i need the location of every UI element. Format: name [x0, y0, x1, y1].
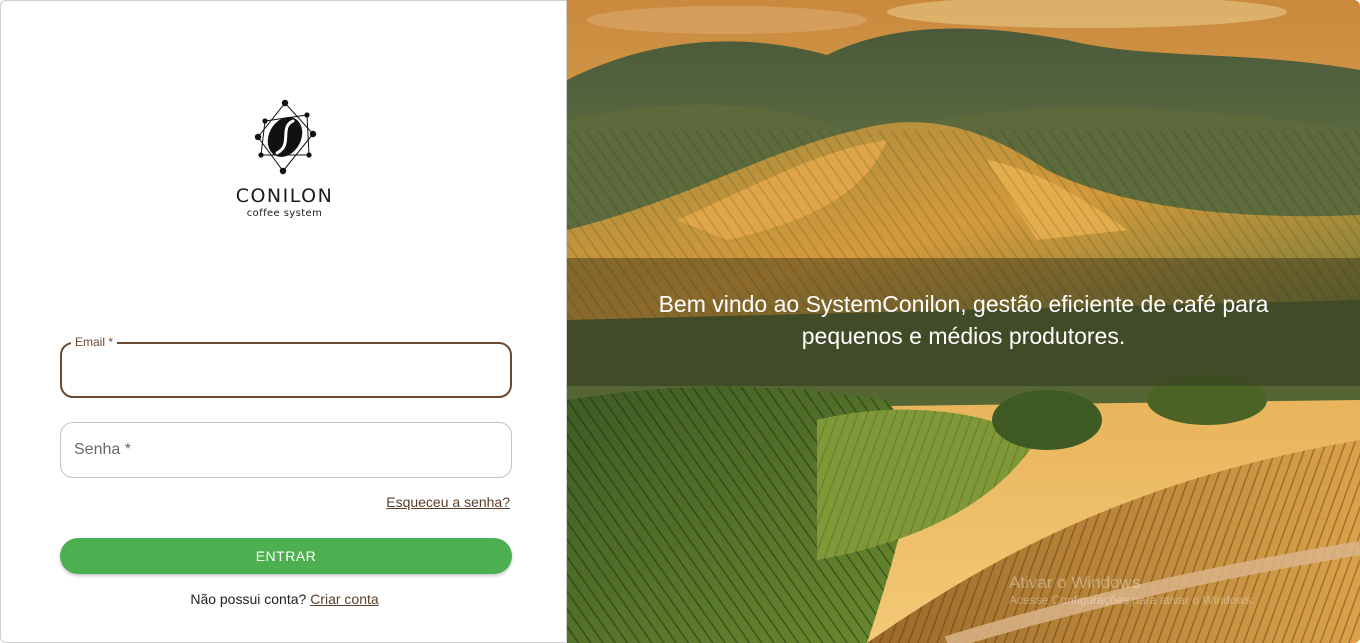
email-field[interactable]: Email * — [60, 335, 512, 398]
password-input[interactable] — [61, 423, 511, 477]
forgot-password-link[interactable]: Esqueceu a senha? — [386, 494, 510, 510]
create-account-link[interactable]: Criar conta — [310, 591, 378, 607]
coffee-bean-logo-icon — [254, 99, 316, 175]
password-field[interactable]: Senha * — [60, 422, 512, 478]
welcome-line-2: pequenos e médios produtores. — [801, 323, 1126, 349]
welcome-line-1: Bem vindo ao SystemConilon, gestão efici… — [658, 291, 1269, 317]
login-button[interactable]: ENTRAR — [60, 538, 512, 574]
hero-panel: Bem vindo ao SystemConilon, gestão efici… — [567, 0, 1360, 643]
login-panel: CONILON coffee system Email * Senha * Es… — [0, 0, 567, 643]
email-input[interactable] — [62, 344, 510, 396]
watermark-subtitle: Acesse Configurações para ativar o Windo… — [1009, 593, 1255, 608]
welcome-message: Bem vindo ao SystemConilon, gestão efici… — [567, 288, 1360, 352]
no-account-text: Não possui conta? — [190, 591, 307, 607]
windows-activation-watermark: Ativar o Windows Acesse Configurações pa… — [1009, 572, 1254, 608]
signup-prompt: Não possui conta? Criar conta — [1, 591, 568, 607]
login-page: CONILON coffee system Email * Senha * Es… — [0, 0, 1360, 643]
brand-name: CONILON — [235, 185, 334, 207]
email-label: Email * — [71, 335, 118, 349]
brand-logo: CONILON coffee system — [1, 99, 568, 219]
watermark-title: Ativar o Windows — [1009, 573, 1141, 592]
brand-subtitle: coffee system — [246, 208, 323, 219]
